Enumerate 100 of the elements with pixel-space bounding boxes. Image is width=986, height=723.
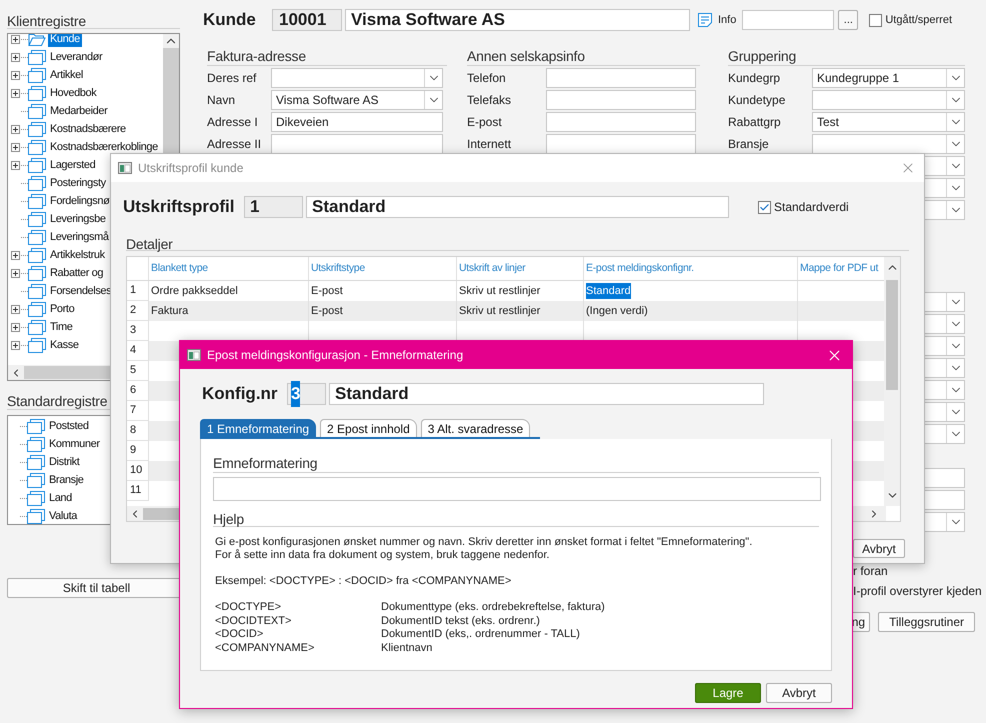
tree-item[interactable]: Forsendelses (48, 284, 114, 298)
table-cell[interactable]: Standard (586, 282, 631, 300)
scrollbar-thumb[interactable] (886, 280, 898, 390)
action-button[interactable]: Tilleggsrutiner (878, 612, 975, 632)
section-heading: Hjelp (213, 511, 244, 527)
customer-number-field[interactable]: 10001 (272, 9, 342, 31)
dropdown-field[interactable]: Test (812, 112, 965, 132)
table-cell[interactable]: (Ingen verdi) (586, 302, 648, 320)
customer-name-field[interactable]: Visma Software AS (345, 9, 690, 31)
cancel-button[interactable]: Avbryt (853, 539, 905, 558)
field-label: Adresse II (207, 137, 262, 151)
config-label: Konfig.nr (202, 383, 279, 406)
checkbox[interactable] (869, 14, 882, 26)
customer-label: Kunde (203, 9, 257, 32)
row-number: 7 (130, 403, 136, 418)
table-cell[interactable]: Faktura (151, 302, 188, 320)
dropdown-field[interactable] (812, 90, 965, 110)
table-cell[interactable]: Ordre pakkseddel (151, 282, 238, 300)
text-field[interactable] (271, 134, 443, 154)
column-header: Mappe for PDF ut (800, 260, 878, 276)
tree-item[interactable]: Kostnadsbærere (48, 122, 128, 136)
config-name-field[interactable]: Standard (329, 383, 764, 405)
dropdown-field[interactable] (271, 68, 443, 88)
tree-item[interactable]: Kostnadsbærerkoblinge (48, 140, 160, 154)
section-heading: Standardregistre (7, 393, 108, 409)
text-field[interactable]: Dikeveien (271, 112, 443, 132)
expand-icon[interactable] (10, 268, 20, 278)
save-button[interactable]: Lagre (695, 683, 761, 703)
tag-name: <COMPANYNAME> (215, 642, 316, 655)
tree-item[interactable]: Time (48, 320, 74, 334)
tree-item[interactable]: Kommuner (47, 436, 102, 452)
tree-item[interactable]: Lagersted (48, 158, 98, 172)
tree-item[interactable]: Medarbeider (48, 104, 110, 118)
dropdown-field[interactable]: Kundegruppe 1 (812, 68, 965, 88)
tree-item[interactable]: Fordelingsnø (48, 194, 112, 208)
tree-item[interactable]: Rabatter og (48, 266, 106, 280)
expand-icon[interactable] (10, 124, 20, 134)
help-text: For å sette inn data fra dokument og system, bruk taggene nedenfor. (215, 549, 550, 562)
table-row[interactable]: 2 Faktura E-post Skriv ut restlinjer (Ingen verdi) (127, 301, 884, 321)
expand-icon[interactable] (10, 142, 20, 152)
text-field[interactable] (546, 90, 696, 110)
dropdown-field[interactable]: Visma Software AS (271, 90, 443, 110)
text-field[interactable] (546, 134, 696, 154)
profile-number-field[interactable]: 1 (244, 196, 303, 218)
scroll-up-icon[interactable] (163, 34, 179, 48)
tree-item[interactable]: Posteringsty (48, 176, 108, 190)
field-label: Internett (467, 137, 512, 151)
tree-item[interactable]: Distrikt (47, 454, 82, 470)
field-label: Deres ref (207, 71, 256, 85)
table-cell[interactable]: Skriv ut restlinjer (459, 302, 540, 320)
text-field[interactable] (742, 10, 834, 30)
tree-item[interactable]: Kasse (48, 338, 81, 352)
text-field[interactable] (546, 68, 696, 88)
table-cell[interactable]: Skriv ut restlinjer (459, 282, 540, 300)
text-field[interactable] (213, 477, 821, 501)
expand-icon[interactable] (10, 160, 20, 170)
expand-icon[interactable] (10, 34, 20, 44)
tree-item[interactable]: Leveringsmå (48, 230, 111, 244)
expand-icon[interactable] (10, 322, 20, 332)
section-heading: Klientregistre (7, 13, 86, 29)
section-heading: Emneformatering (213, 455, 318, 471)
tree-item[interactable]: Hovedbok (48, 86, 98, 100)
field-label: E-post (467, 115, 502, 129)
tab[interactable]: 3 Alt. svaradresse (420, 419, 530, 437)
tree-item[interactable]: Leverandør (48, 50, 104, 64)
table-cell[interactable]: E-post (311, 302, 343, 320)
expand-icon[interactable] (10, 304, 20, 314)
tab[interactable]: 2 Epost innhold (320, 419, 417, 437)
tree-item[interactable]: Land (47, 490, 74, 506)
row-number: 9 (130, 443, 136, 458)
section-heading: Gruppering (728, 48, 796, 64)
dropdown-field[interactable] (812, 134, 965, 154)
profile-name-field[interactable]: Standard (306, 196, 729, 218)
cancel-button[interactable]: Avbryt (766, 683, 832, 703)
tree-item[interactable]: Porto (48, 302, 76, 316)
expand-icon[interactable] (10, 52, 20, 62)
text-field[interactable] (546, 112, 696, 132)
tree-item[interactable]: Artikkel (48, 68, 85, 82)
table-cell[interactable]: E-post (311, 282, 343, 300)
expand-icon[interactable] (10, 340, 20, 350)
tree-item[interactable]: Leveringsbe (48, 212, 108, 226)
field-label: Navn (207, 93, 236, 107)
note-icon[interactable] (697, 12, 713, 28)
row-number: 1 (130, 283, 136, 298)
tree-item[interactable]: Poststed (47, 418, 91, 434)
expand-icon[interactable] (10, 88, 20, 98)
column-header: Utskriftstype (311, 260, 365, 276)
checkbox[interactable] (758, 200, 771, 214)
browse-button[interactable]: ... (838, 10, 858, 30)
tree-item[interactable]: Bransje (47, 472, 86, 488)
config-number-field[interactable]: 3 (287, 383, 326, 405)
field-label: Rabattgrp (728, 115, 781, 129)
expand-icon[interactable] (10, 250, 20, 260)
vertical-scrollbar[interactable] (884, 257, 900, 506)
tree-item[interactable]: Valuta (47, 508, 79, 524)
column-header: Blankett type (151, 260, 208, 276)
tree-item[interactable]: Artikkelstruk (48, 248, 107, 262)
tag-name: <DOCIDTEXT> (215, 614, 292, 628)
expand-icon[interactable] (10, 70, 20, 80)
tab[interactable]: 1 Emneformatering (200, 419, 316, 437)
